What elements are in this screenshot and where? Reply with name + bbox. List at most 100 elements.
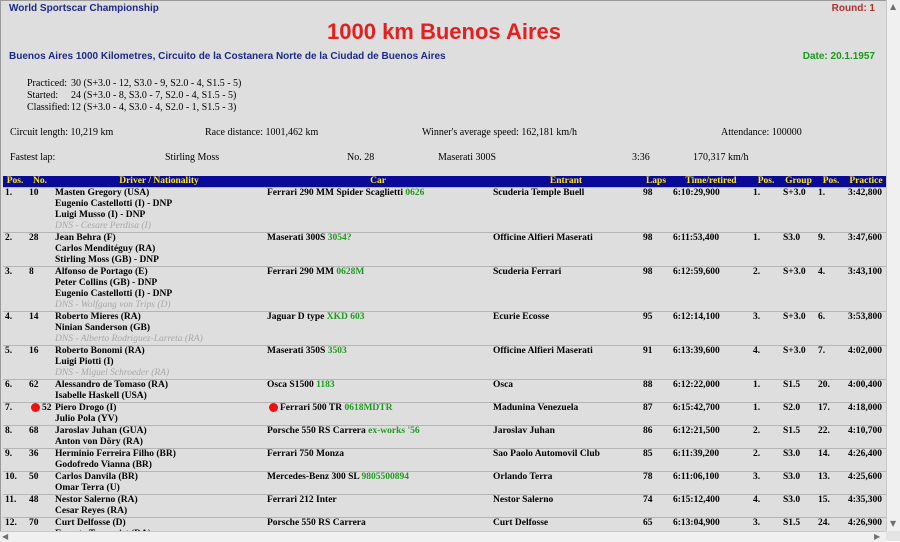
driver-name: Eugenio Castellotti (I) - DNP [55,289,173,299]
cell-group: S3.0 [781,494,816,518]
cell-car: Maserati 350S 3503 [265,345,491,380]
cell-number: 16 [27,345,53,380]
cell-class-pos: 3. [751,471,781,495]
cell-pos: 3. [3,266,27,312]
page-title: 1000 km Buenos Aires [327,19,561,44]
cell-drivers: Jaroslav Juhan (GUA) Anton von Döry (RA) [53,425,265,449]
started-value: 24 (S+3.0 - 8, S3.0 - 7, S2.0 - 4, S1.5 … [71,90,237,101]
cell-practice: 4:02,000 [846,345,886,380]
car-number: 8 [29,267,34,277]
cell-time: 6:12:21,500 [671,425,751,449]
chassis-link[interactable]: XKD 603 [327,312,365,322]
driver-name: Luigi Musso (I) - DNP [55,210,146,220]
driver-name: Alessandro de Tomaso (RA) [55,380,169,390]
vertical-scrollbar[interactable]: ▲ ▼ [886,0,900,531]
cell-practice: 3:53,800 [846,311,886,346]
classified-value: 12 (S+3.0 - 4, S3.0 - 4, S2.0 - 1, S1.5 … [71,102,237,113]
winner-speed: Winner's average speed: 162,181 km/h [422,127,577,138]
driver-name: Ninian Sanderson (GB) [55,323,151,333]
driver-name: Isabelle Haskell (USA) [55,391,147,401]
car-model: Ferrari 290 MM Spider Scaglietti [267,188,403,198]
cell-entrant: Nestor Salerno [491,494,641,518]
cell-pos: 6. [3,379,27,403]
cell-time: 6:11:39,200 [671,448,751,472]
up-arrow-icon[interactable]: ▲ [890,2,896,11]
cell-time: 6:11:53,400 [671,232,751,267]
car-model: Mercedes-Benz 300 SL [267,472,360,482]
cell-grid-pos: 6. [816,311,846,346]
chassis-link[interactable]: 0626 [405,188,424,198]
red-dot-icon [31,403,40,413]
cell-grid-pos: 13. [816,471,846,495]
cell-number: 52 [27,402,53,426]
cell-drivers: Alfonso de Portago (E) Peter Collins (GB)… [53,266,265,312]
cell-laps: 74 [641,494,671,518]
chassis-link[interactable]: ex-works '56 [368,426,419,436]
col-car: Car [265,176,491,188]
car-number: 16 [29,346,39,356]
red-dot-icon [269,403,278,413]
table-row: 9. 36 Herminio Ferreira Filho (BR) Godofred… [3,448,886,472]
cell-number: 14 [27,311,53,346]
cell-pos: 7. [3,402,27,426]
cell-drivers: Carlos Danvila (BR) Omar Terra (U) [53,471,265,495]
cell-pos: 12. [3,517,27,532]
cell-laps: 98 [641,187,671,233]
cell-car: Ferrari 212 Inter [265,494,491,518]
cell-laps: 85 [641,448,671,472]
cell-entrant: Madunina Venezuela [491,402,641,426]
championship-link[interactable]: World Sportscar Championship [9,3,159,14]
driver-name: Carlos Menditéguy (RA) [55,244,156,254]
results-body: 1. 10 Masten Gregory (USA) Eugenio Castello… [3,187,886,532]
cell-grid-pos: 4. [816,266,846,312]
cell-drivers: Piero Drogo (I) Julio Pola (YV) [53,402,265,426]
table-row: 2. 28 Jean Behra (F) Carlos Menditéguy (RA)… [3,232,886,267]
cell-grid-pos: 24. [816,517,846,532]
driver-name: Carlos Danvila (BR) [55,472,138,482]
cell-drivers: Curt Delfosse (D)Ernesto Tornquist (RA) [53,517,265,532]
cell-time: 6:13:04,900 [671,517,751,532]
cell-time: 6:11:06,100 [671,471,751,495]
cell-entrant: Scuderia Ferrari [491,266,641,312]
left-arrow-icon[interactable]: ◀ [2,532,8,541]
table-row: 4. 14 Roberto Mieres (RA) Ninian Sanderson … [3,311,886,346]
horizontal-scrollbar[interactable]: ◀ ▶ [0,531,886,542]
cell-entrant: Scuderia Temple Buell [491,187,641,233]
table-row: 7. 52 Piero Drogo (I) Julio Pola (YV) Ferrar… [3,402,886,426]
dns-note: DNS - Wolfgang von Trips (D) [55,300,171,310]
car-model: Maserati 300S [267,233,326,243]
chassis-link[interactable]: 0618MDTR [344,403,392,413]
cell-car: Jaguar D type XKD 603 [265,311,491,346]
chassis-link[interactable]: 3503 [328,346,347,356]
chassis-link[interactable]: 0628M [336,267,364,277]
chassis-link[interactable]: 1183 [316,380,334,390]
cell-group: S2.0 [781,402,816,426]
car-model: Osca S1500 [267,380,314,390]
cell-laps: 65 [641,517,671,532]
cell-number: 68 [27,425,53,449]
chassis-link[interactable]: 3054? [328,233,352,243]
cell-car: Porsche 550 RS Carrera ex-works '56 [265,425,491,449]
cell-class-pos: 1. [751,402,781,426]
car-number: 48 [29,495,39,505]
car-model: Ferrari 500 TR [280,403,343,413]
cell-practice: 4:10,700 [846,425,886,449]
driver-name: Masten Gregory (USA) [55,188,150,198]
cell-number: 50 [27,471,53,495]
chassis-link[interactable]: 9805500894 [362,472,410,482]
fastest-lap-car: Maserati 300S [438,152,497,163]
cell-pos: 11. [3,494,27,518]
cell-drivers: Roberto Bonomi (RA) Luigi Piotti (I) DNS -… [53,345,265,380]
classified-label: Classified: [27,102,70,113]
down-arrow-icon[interactable]: ▼ [890,519,896,528]
cell-group: S+3.0 [781,187,816,233]
driver-name: Eugenio Castellotti (I) - DNP [55,199,173,209]
car-number: 28 [29,233,39,243]
driver-name: Luigi Piotti (I) [55,357,114,367]
table-row: 12.70 Curt Delfosse (D)Ernesto Tornquist … [3,517,886,532]
cell-time: 6:10:29,900 [671,187,751,233]
right-arrow-icon[interactable]: ▶ [874,532,880,541]
cell-practice: 3:47,600 [846,232,886,267]
col-laps: Laps [641,176,671,188]
cell-group: S3.0 [781,448,816,472]
